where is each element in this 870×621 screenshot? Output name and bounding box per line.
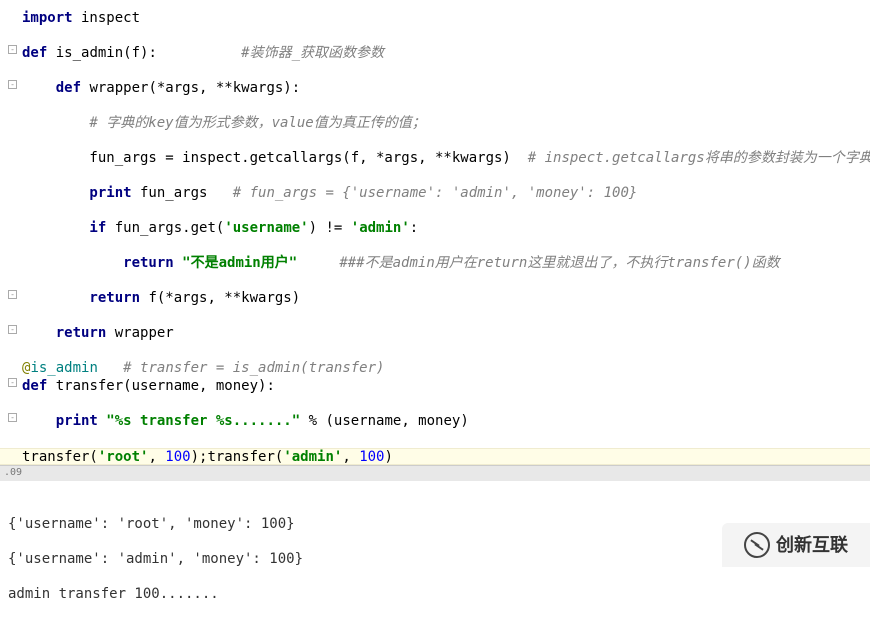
code-line: -def transfer(username, money):	[0, 378, 870, 396]
watermark-text: 创新互联	[776, 534, 848, 557]
string: "%s transfer %s......."	[106, 413, 300, 429]
output-line: admin transfer 100.......	[8, 586, 870, 604]
watermark: 创新互联	[722, 523, 870, 567]
blank-line	[0, 168, 870, 186]
module-name: inspect	[73, 10, 140, 26]
code-text: wrapper	[106, 325, 173, 341]
code-line: -def is_admin(f): #装饰器_获取函数参数	[0, 45, 870, 63]
fold-icon[interactable]: -	[8, 80, 17, 89]
keyword-def: def	[22, 45, 47, 61]
code-line: # 字典的key值为形式参数，value值为真正传的值；	[0, 115, 870, 133]
blank-line	[0, 273, 870, 291]
keyword-print: print	[22, 185, 132, 201]
code-line: if fun_args.get('username') != 'admin':	[0, 220, 870, 238]
decorator-name: is_admin	[30, 360, 97, 376]
code-text: f(*args, **kwargs)	[140, 290, 300, 306]
fold-icon[interactable]: -	[8, 378, 17, 387]
code-text: transfer(	[22, 449, 98, 465]
code-text: ) !=	[309, 220, 351, 236]
blank-line	[0, 28, 870, 46]
code-text: )	[384, 449, 392, 465]
code-text	[174, 255, 182, 271]
code-line: import inspect	[0, 10, 870, 28]
watermark-logo-icon	[744, 532, 770, 558]
blank-line	[0, 343, 870, 361]
fold-end-icon[interactable]: -	[8, 325, 17, 334]
comment: # 字典的key值为形式参数，value值为真正传的值；	[22, 115, 426, 131]
string: 'admin'	[283, 449, 342, 465]
fold-icon[interactable]: -	[8, 45, 17, 54]
fold-end-icon[interactable]: -	[8, 413, 17, 422]
blank-line	[0, 238, 870, 256]
fn-sig: transfer(username, money):	[47, 378, 275, 394]
output-header: .09	[0, 465, 870, 481]
code-line: return "不是admin用户" ###不是admin用户在return这里…	[0, 255, 870, 273]
keyword-def: def	[22, 378, 47, 394]
string: "不是admin用户"	[182, 255, 297, 271]
keyword-print: print	[22, 413, 98, 429]
comment: # fun_args = {'username': 'admin', 'mone…	[233, 185, 638, 201]
keyword-def: def	[22, 80, 81, 96]
comment: # transfer = is_admin(transfer)	[123, 360, 384, 376]
code-text: % (username, money)	[300, 413, 469, 429]
fold-end-icon[interactable]: -	[8, 290, 17, 299]
string: 'username'	[224, 220, 308, 236]
string: 'root'	[98, 449, 149, 465]
code-line: - print "%s transfer %s......." % (usern…	[0, 413, 870, 431]
code-editor[interactable]: import inspect -def is_admin(f): #装饰器_获取…	[0, 0, 870, 465]
number: 100	[359, 449, 384, 465]
code-text: ,	[148, 449, 165, 465]
fn-sig: wrapper(*args, **kwargs):	[81, 80, 300, 96]
code-text	[98, 360, 123, 376]
code-text: );transfer(	[191, 449, 284, 465]
blank-line	[0, 133, 870, 151]
code-text: :	[410, 220, 418, 236]
comment: # inspect.getcallargs将串的参数封装为一个字典	[528, 150, 870, 166]
keyword-return: return	[22, 325, 106, 341]
number: 100	[165, 449, 190, 465]
fn-sig: is_admin(f):	[47, 45, 241, 61]
code-text: ,	[342, 449, 359, 465]
code-text: fun_args = inspect.getcallargs(f, *args,…	[22, 150, 528, 166]
code-line: - return f(*args, **kwargs)	[0, 290, 870, 308]
code-text: fun_args.get(	[106, 220, 224, 236]
comment: ###不是admin用户在return这里就退出了，不执行transfer()函…	[339, 255, 779, 271]
string: 'admin'	[351, 220, 410, 236]
code-line: - return wrapper	[0, 325, 870, 343]
comment: #装饰器_获取函数参数	[241, 45, 384, 61]
blank-line	[0, 395, 870, 413]
blank-line	[0, 63, 870, 81]
keyword-return: return	[22, 255, 174, 271]
keyword-if: if	[22, 220, 106, 236]
blank-line	[0, 430, 870, 448]
run-line-highlight: transfer('root', 100);transfer('admin', …	[0, 448, 870, 466]
code-text	[297, 255, 339, 271]
blank-line	[0, 203, 870, 221]
code-line: - def wrapper(*args, **kwargs):	[0, 80, 870, 98]
code-line: fun_args = inspect.getcallargs(f, *args,…	[0, 150, 870, 168]
code-line: print fun_args # fun_args = {'username':…	[0, 185, 870, 203]
blank-line	[0, 98, 870, 116]
keyword-import: import	[22, 10, 73, 26]
keyword-return: return	[22, 290, 140, 306]
blank-line	[0, 308, 870, 326]
code-line: @is_admin # transfer = is_admin(transfer…	[0, 360, 870, 378]
code-text: fun_args	[132, 185, 233, 201]
output-header-text: .09	[4, 467, 22, 478]
